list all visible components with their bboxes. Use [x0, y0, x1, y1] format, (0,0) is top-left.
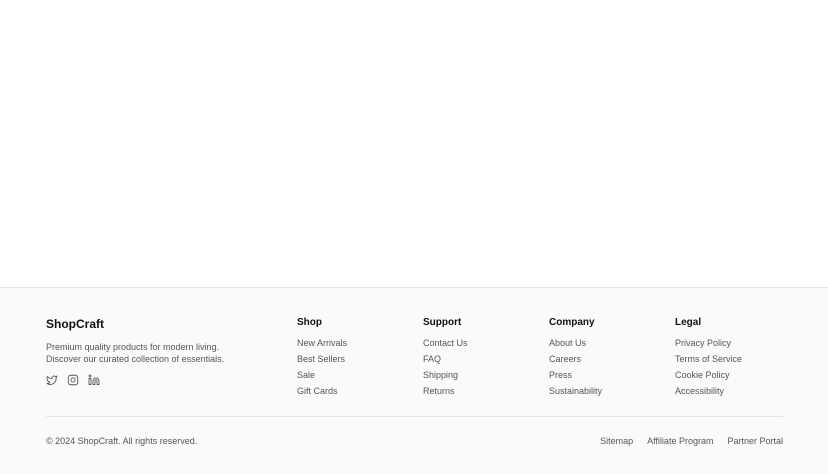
- page: ShopCraft Premium quality products for m…: [0, 0, 828, 474]
- footer-link-careers[interactable]: Careers: [549, 354, 602, 365]
- footer-link-cookie-policy[interactable]: Cookie Policy: [675, 370, 742, 381]
- footer-link-sustainability[interactable]: Sustainability: [549, 386, 602, 397]
- footer-divider: [46, 416, 783, 417]
- linkedin-link[interactable]: [88, 374, 100, 386]
- footer-link-faq[interactable]: FAQ: [423, 354, 468, 365]
- site-footer: ShopCraft Premium quality products for m…: [0, 287, 828, 474]
- linkedin-icon: [88, 374, 100, 385]
- footer-bottom-links: Sitemap Affiliate Program Partner Portal: [600, 436, 783, 447]
- column-title-support: Support: [423, 317, 462, 328]
- column-title-shop: Shop: [297, 317, 322, 328]
- footer-link-privacy-policy[interactable]: Privacy Policy: [675, 338, 742, 349]
- instagram-icon: [67, 374, 79, 386]
- footer-link-about-us[interactable]: About Us: [549, 338, 602, 349]
- twitter-link[interactable]: [46, 374, 58, 386]
- twitter-icon: [46, 375, 58, 385]
- column-title-legal: Legal: [675, 317, 702, 328]
- footer-link-sale[interactable]: Sale: [297, 370, 347, 381]
- footer-link-accessibility[interactable]: Accessibility: [675, 386, 742, 397]
- footer-brand: ShopCraft Premium quality products for m…: [46, 317, 246, 386]
- footer-link-shipping[interactable]: Shipping: [423, 370, 468, 381]
- column-title-company: Company: [549, 317, 595, 328]
- footer-column-shop: Shop New Arrivals Best Sellers Sale Gift…: [297, 317, 347, 402]
- instagram-link[interactable]: [67, 374, 79, 386]
- footer-link-terms-of-service[interactable]: Terms of Service: [675, 354, 742, 365]
- footer-link-best-sellers[interactable]: Best Sellers: [297, 354, 347, 365]
- footer-column-legal: Legal Privacy Policy Terms of Service Co…: [675, 317, 742, 402]
- affiliate-program-link[interactable]: Affiliate Program: [647, 436, 713, 447]
- footer-column-support: Support Contact Us FAQ Shipping Returns: [423, 317, 468, 402]
- footer-link-press[interactable]: Press: [549, 370, 602, 381]
- footer-column-company: Company About Us Careers Press Sustainab…: [549, 317, 602, 402]
- copyright-text: © 2024 ShopCraft. All rights reserved.: [46, 436, 198, 446]
- social-links: [46, 374, 246, 386]
- main-content-area: [0, 0, 828, 287]
- brand-description: Premium quality products for modern livi…: [46, 342, 246, 365]
- footer-link-gift-cards[interactable]: Gift Cards: [297, 386, 347, 397]
- brand-name: ShopCraft: [46, 317, 104, 331]
- footer-link-new-arrivals[interactable]: New Arrivals: [297, 338, 347, 349]
- brand-description-line: Premium quality products for modern livi…: [46, 342, 220, 352]
- footer-link-returns[interactable]: Returns: [423, 386, 468, 397]
- partner-portal-link[interactable]: Partner Portal: [727, 436, 783, 447]
- brand-description-line: Discover our curated collection of essen…: [46, 353, 225, 364]
- sitemap-link[interactable]: Sitemap: [600, 436, 633, 447]
- footer-link-contact-us[interactable]: Contact Us: [423, 338, 468, 349]
